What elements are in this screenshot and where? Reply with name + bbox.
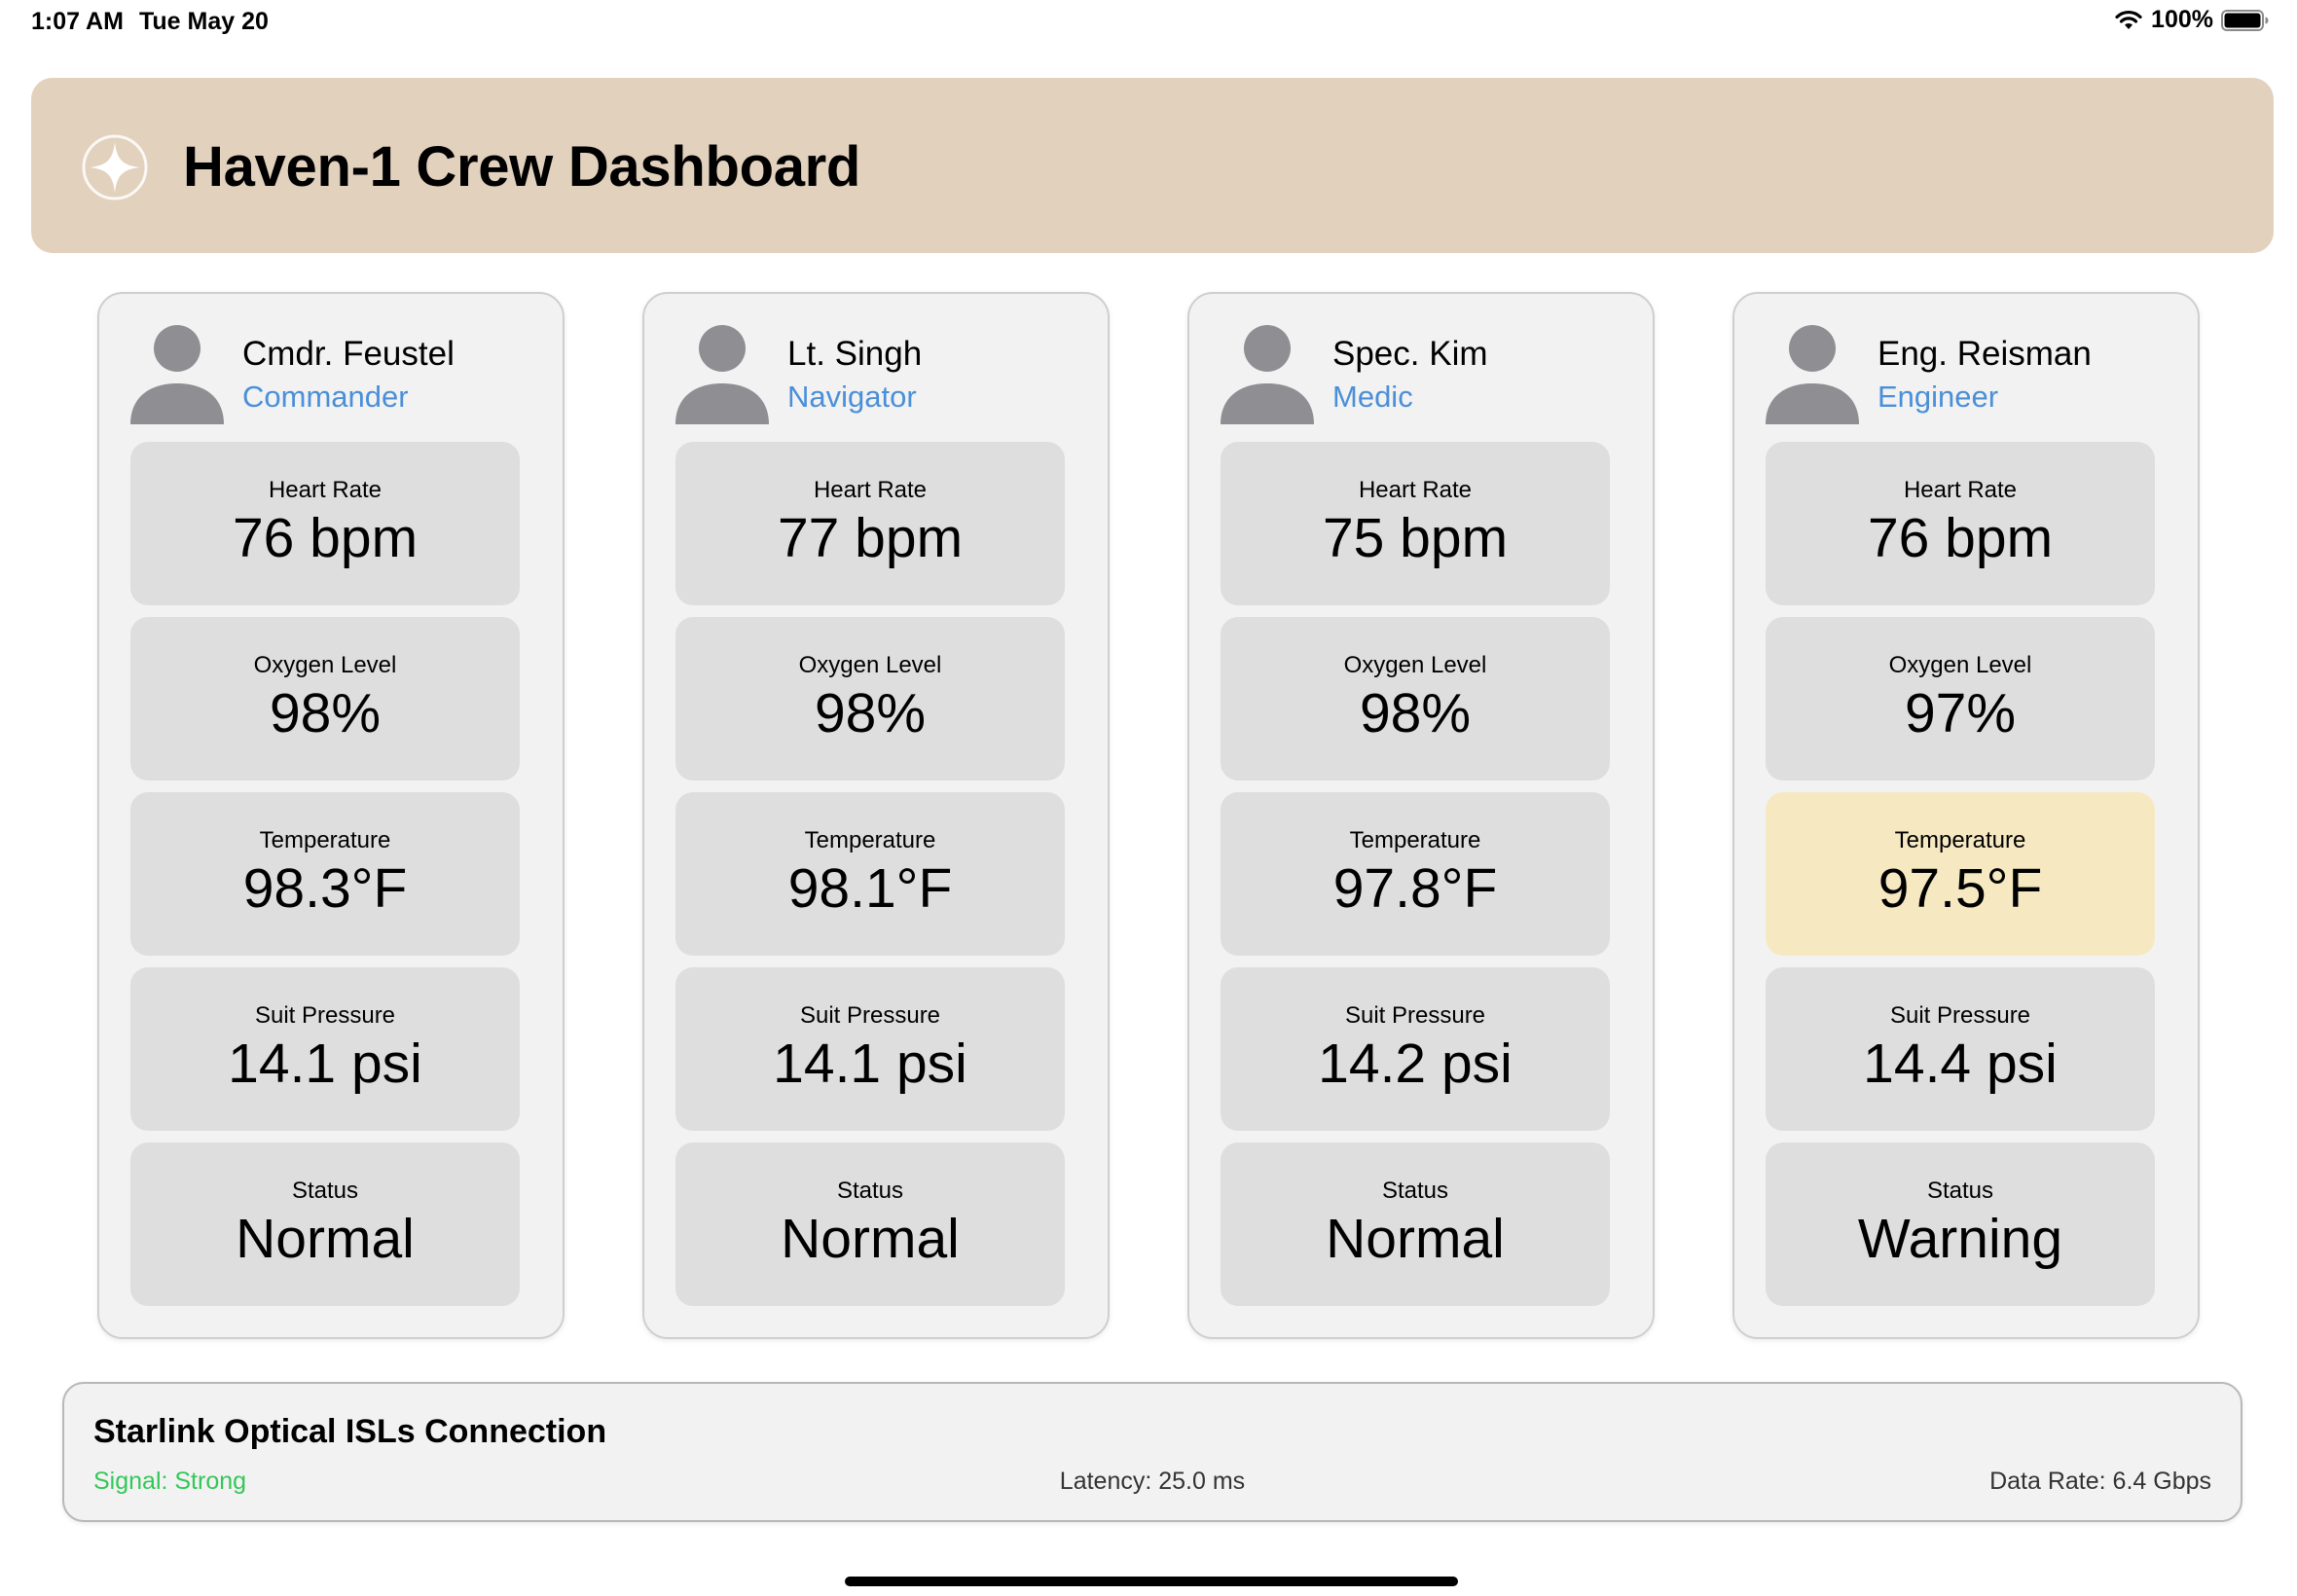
connection-panel: Starlink Optical ISLs Connection Signal:… [62, 1382, 2242, 1522]
page-title: Haven-1 Crew Dashboard [183, 135, 861, 199]
crew-role: Navigator [787, 380, 917, 414]
metric-tile: Heart Rate 76 bpm [130, 442, 520, 605]
crew-card: Lt. Singh Navigator Heart Rate 77 bpm Oxygen… [642, 292, 1110, 1339]
dashboard-header: Haven-1 Crew Dashboard [31, 78, 2274, 253]
metric-value: 97.8°F [1332, 857, 1498, 920]
status-bar: 1:07 AM Tue May 20 100% [0, 0, 2297, 47]
metric-value: 98.3°F [242, 857, 408, 920]
metric-tile: Heart Rate 76 bpm [1766, 442, 2155, 605]
metric-value: Normal [236, 1208, 415, 1270]
metric-tile: Temperature 98.1°F [675, 792, 1065, 956]
metric-value: 14.2 psi [1318, 1033, 1513, 1095]
metric-label: Oxygen Level [1888, 652, 2032, 678]
status-time: 1:07 AM [31, 8, 124, 35]
metric-label: Oxygen Level [253, 652, 397, 678]
metric-label: Status [1926, 1178, 1994, 1204]
status-date: Tue May 20 [139, 8, 269, 35]
metric-label: Temperature [804, 827, 936, 853]
metric-value: 76 bpm [1867, 507, 2054, 569]
avatar-person-icon [1221, 323, 1314, 424]
metric-label: Temperature [259, 827, 391, 853]
wifi-icon [2114, 10, 2143, 31]
metric-label: Temperature [1349, 827, 1481, 853]
metric-label: Heart Rate [268, 477, 383, 503]
metric-label: Oxygen Level [1343, 652, 1487, 678]
sparkle-icon [80, 132, 150, 202]
crew-card: Cmdr. Feustel Commander Heart Rate 76 bpm Ox… [97, 292, 565, 1339]
metric-tile: Oxygen Level 98% [130, 617, 520, 780]
metric-tile: Status Normal [1221, 1143, 1610, 1306]
metric-value: 98% [1359, 682, 1472, 744]
metric-tile: Heart Rate 75 bpm [1221, 442, 1610, 605]
metric-tile: Suit Pressure 14.1 psi [130, 967, 520, 1131]
crew-role: Engineer [1878, 380, 1999, 414]
connection-title: Starlink Optical ISLs Connection [93, 1413, 607, 1450]
avatar-person-icon [1766, 323, 1859, 424]
metric-value: 97.5°F [1878, 857, 2043, 920]
metric-tile: Status Normal [130, 1143, 520, 1306]
battery-icon [2221, 9, 2270, 32]
metric-tile: Temperature 98.3°F [130, 792, 520, 956]
metric-value: 97% [1904, 682, 2017, 744]
metric-tile: Oxygen Level 98% [1221, 617, 1610, 780]
crew-name: Eng. Reisman [1878, 335, 2092, 373]
battery-percent: 100% [2151, 6, 2213, 33]
metric-value: Normal [781, 1208, 960, 1270]
metric-tile: Status Warning [1766, 1143, 2155, 1306]
crew-card: Spec. Kim Medic Heart Rate 75 bpm Oxygen Lev… [1187, 292, 1655, 1339]
crew-role: Commander [242, 380, 409, 414]
metric-label: Suit Pressure [254, 1002, 396, 1029]
metric-value: 14.4 psi [1863, 1033, 2058, 1095]
crew-name: Spec. Kim [1332, 335, 1488, 373]
metric-tile: Suit Pressure 14.4 psi [1766, 967, 2155, 1131]
metric-value: 14.1 psi [773, 1033, 967, 1095]
metric-value: 14.1 psi [228, 1033, 422, 1095]
metric-value: 75 bpm [1322, 507, 1509, 569]
metric-tile: Heart Rate 77 bpm [675, 442, 1065, 605]
metric-label: Oxygen Level [798, 652, 942, 678]
metric-tile: Temperature 97.8°F [1221, 792, 1610, 956]
crew-card: Eng. Reisman Engineer Heart Rate 76 bpm Oxyg… [1732, 292, 2200, 1339]
metric-label: Status [1381, 1178, 1449, 1204]
avatar-person-icon [130, 323, 224, 424]
metric-label: Heart Rate [1903, 477, 2018, 503]
metric-value: Warning [1857, 1208, 2063, 1270]
metric-tile: Suit Pressure 14.1 psi [675, 967, 1065, 1131]
connection-data-rate: Data Rate: 6.4 Gbps [1989, 1468, 2211, 1495]
crew-role: Medic [1332, 380, 1413, 414]
metric-tile: Oxygen Level 98% [675, 617, 1065, 780]
metric-label: Heart Rate [1358, 477, 1473, 503]
metric-label: Temperature [1894, 827, 2026, 853]
metric-value: 98% [269, 682, 382, 744]
metric-label: Heart Rate [813, 477, 928, 503]
metric-label: Suit Pressure [1889, 1002, 2031, 1029]
crew-name: Lt. Singh [787, 335, 923, 373]
metric-value: 77 bpm [777, 507, 964, 569]
connection-latency: Latency: 25.0 ms [1059, 1468, 1246, 1495]
metric-tile: Suit Pressure 14.2 psi [1221, 967, 1610, 1131]
metric-label: Suit Pressure [799, 1002, 941, 1029]
metric-value: 76 bpm [232, 507, 419, 569]
status-indicators: 100% [2114, 6, 2270, 34]
metric-label: Status [291, 1178, 359, 1204]
metric-tile: Oxygen Level 97% [1766, 617, 2155, 780]
metric-tile: Temperature 97.5°F [1766, 792, 2155, 956]
avatar-person-icon [675, 323, 769, 424]
metric-label: Suit Pressure [1344, 1002, 1486, 1029]
metric-tile: Status Normal [675, 1143, 1065, 1306]
home-indicator[interactable] [845, 1577, 1458, 1586]
metric-value: 98.1°F [787, 857, 953, 920]
metric-value: Normal [1326, 1208, 1505, 1270]
metric-label: Status [836, 1178, 904, 1204]
metric-value: 98% [814, 682, 927, 744]
crew-name: Cmdr. Feustel [242, 335, 455, 373]
